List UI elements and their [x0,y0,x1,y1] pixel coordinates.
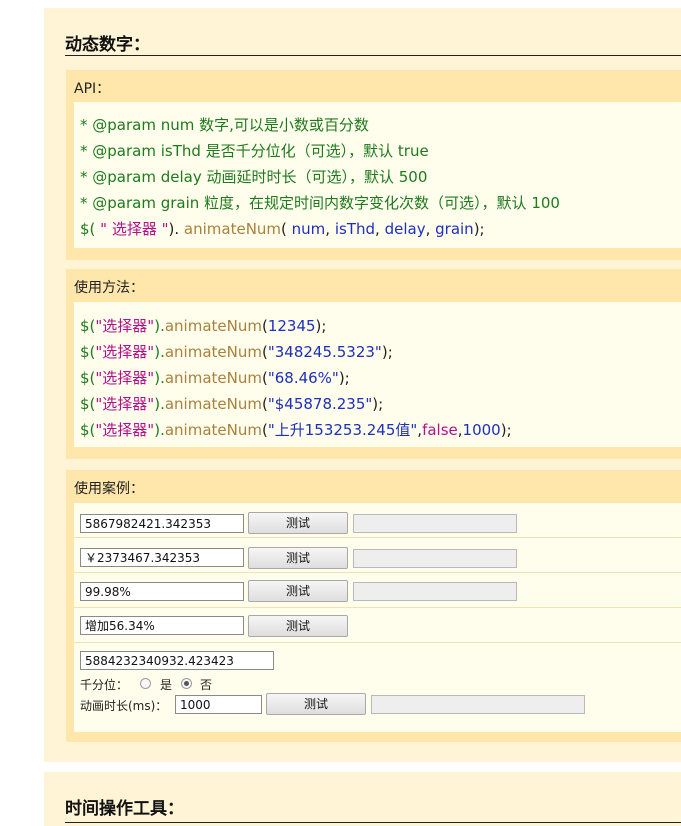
usage-line: $("选择器").animateNum("348245.5323"); [80,341,393,362]
usage-num: 1000 [462,421,501,439]
usage-mid: ). [154,317,165,335]
usage-selector: "选择器" [95,395,155,413]
usage-args: 12345 [267,317,316,335]
sig-arg-isthd: isThd [330,220,376,238]
sig-close: ). [168,220,180,238]
cases-block: 5867982421.342353 测试 ￥2373467.342353 测试 … [74,503,681,732]
case-row: 增加56.34% 测试 [74,608,681,643]
page-title: 动态数字： [65,35,150,55]
duration-label: 动画时长(ms)： [80,699,168,713]
time-tools-panel: 时间操作工具： [44,772,681,826]
usage-line: $("选择器").animateNum("上升153253.245值",fals… [80,419,512,440]
api-line-delay: * @param delay 动画延时时长（可选），默认 500 [80,168,428,186]
page: 动态数字： API： * @param num 数字,可以是小数或百分数 * @… [0,0,681,826]
test-button[interactable]: 测试 [248,547,348,569]
usage-selector: "选择器" [95,369,155,387]
test-button[interactable]: 测试 [248,512,348,534]
case-row: 99.98% 测试 [74,573,681,608]
time-tools-title: 时间操作工具： [65,799,184,819]
usage-line: $("选择器").animateNum("68.46%"); [80,367,350,388]
animate-num-panel: 动态数字： API： * @param num 数字,可以是小数或百分数 * @… [44,8,681,762]
thousands-yes-label: 是 [160,678,173,692]
cases-heading: 使用案例： [74,481,144,497]
case-input[interactable]: ￥2373467.342353 [80,548,244,567]
sig-arg-delay: delay [379,220,426,238]
usage-end: ); [338,369,350,387]
case-input[interactable]: 99.98% [80,582,244,601]
case-row: ￥2373467.342353 测试 [74,538,681,573]
thousands-label: 千分位： [80,678,129,692]
case-row: 5867982421.342353 测试 [74,503,681,538]
advanced-input[interactable]: 5884232340932.423423 [80,651,274,670]
sig-method: animateNum [179,220,282,238]
usage-heading: 使用方法： [74,280,144,296]
sig-selector: " 选择器 " [95,220,169,238]
advanced-output [371,695,585,714]
case-output [353,582,517,601]
usage-line: $("选择器").animateNum(12345); [80,315,326,336]
sig-arg-grain: grain [430,220,474,238]
usage-selector: "选择器" [95,343,155,361]
usage-args: "68.46%" [267,369,339,387]
api-line-grain: * @param grain 粒度，在规定时间内数字变化次数（可选），默认 10… [80,194,560,212]
usage-end: ); [500,421,512,439]
sig-arg-num: num [286,220,326,238]
case-input[interactable]: 增加56.34% [80,616,244,635]
usage-method: animateNum [164,421,262,439]
case-output [353,549,517,568]
usage-method: animateNum [164,395,262,413]
api-heading: API： [74,81,111,97]
case-output [353,514,517,533]
usage-flag: false [422,421,458,439]
usage-end: ); [372,395,384,413]
usage-method: animateNum [164,317,262,335]
usage-prefix: $( [80,343,96,361]
usage-prefix: $( [80,369,96,387]
usage-mid: ). [154,369,165,387]
usage-prefix: $( [80,317,96,335]
usage-mid: ). [154,343,165,361]
usage-prefix: $( [80,395,96,413]
usage-mid: ). [154,421,165,439]
cases-section: 使用案例： 5867982421.342353 测试 ￥2373467.3423… [66,470,681,742]
title-divider [65,55,681,56]
api-section: API： * @param num 数字,可以是小数或百分数 * @param … [66,70,681,260]
sig-end: ); [473,220,485,238]
duration-input[interactable]: 1000 [175,695,262,714]
sig-prefix: $( [80,220,96,238]
thousands-no-label: 否 [200,678,213,692]
thousands-yes-radio[interactable] [140,678,151,689]
test-button[interactable]: 测试 [248,580,348,602]
usage-selector: "选择器" [95,317,155,335]
usage-mid: ). [154,395,165,413]
usage-end: ); [315,317,327,335]
api-line-isthd: * @param isThd 是否千分位化（可选），默认 true [80,142,429,160]
usage-end: ); [381,343,393,361]
usage-method: animateNum [164,369,262,387]
usage-prefix: $( [80,421,96,439]
usage-selector: "选择器" [95,421,155,439]
api-line-num: * @param num 数字,可以是小数或百分数 [80,116,369,134]
case-input[interactable]: 5867982421.342353 [80,514,244,533]
api-code-block: * @param num 数字,可以是小数或百分数 * @param isThd… [74,102,681,248]
usage-section: 使用方法： $("选择器").animateNum(12345); $("选择器… [66,269,681,459]
usage-method: animateNum [164,343,262,361]
usage-line: $("选择器").animateNum("$45878.235"); [80,393,383,414]
time-tools-divider [65,822,681,823]
thousands-no-radio[interactable] [181,678,192,689]
usage-args: "348245.5323" [267,343,382,361]
test-button[interactable]: 测试 [248,615,348,637]
usage-code-block: $("选择器").animateNum(12345); $("选择器").ani… [74,302,681,447]
advanced-test-button[interactable]: 测试 [266,693,366,715]
usage-args: "$45878.235" [267,395,373,413]
usage-args: "上升153253.245值" [267,421,418,439]
api-signature: $( " 选择器 "). animateNum( num, isThd, del… [80,218,485,239]
